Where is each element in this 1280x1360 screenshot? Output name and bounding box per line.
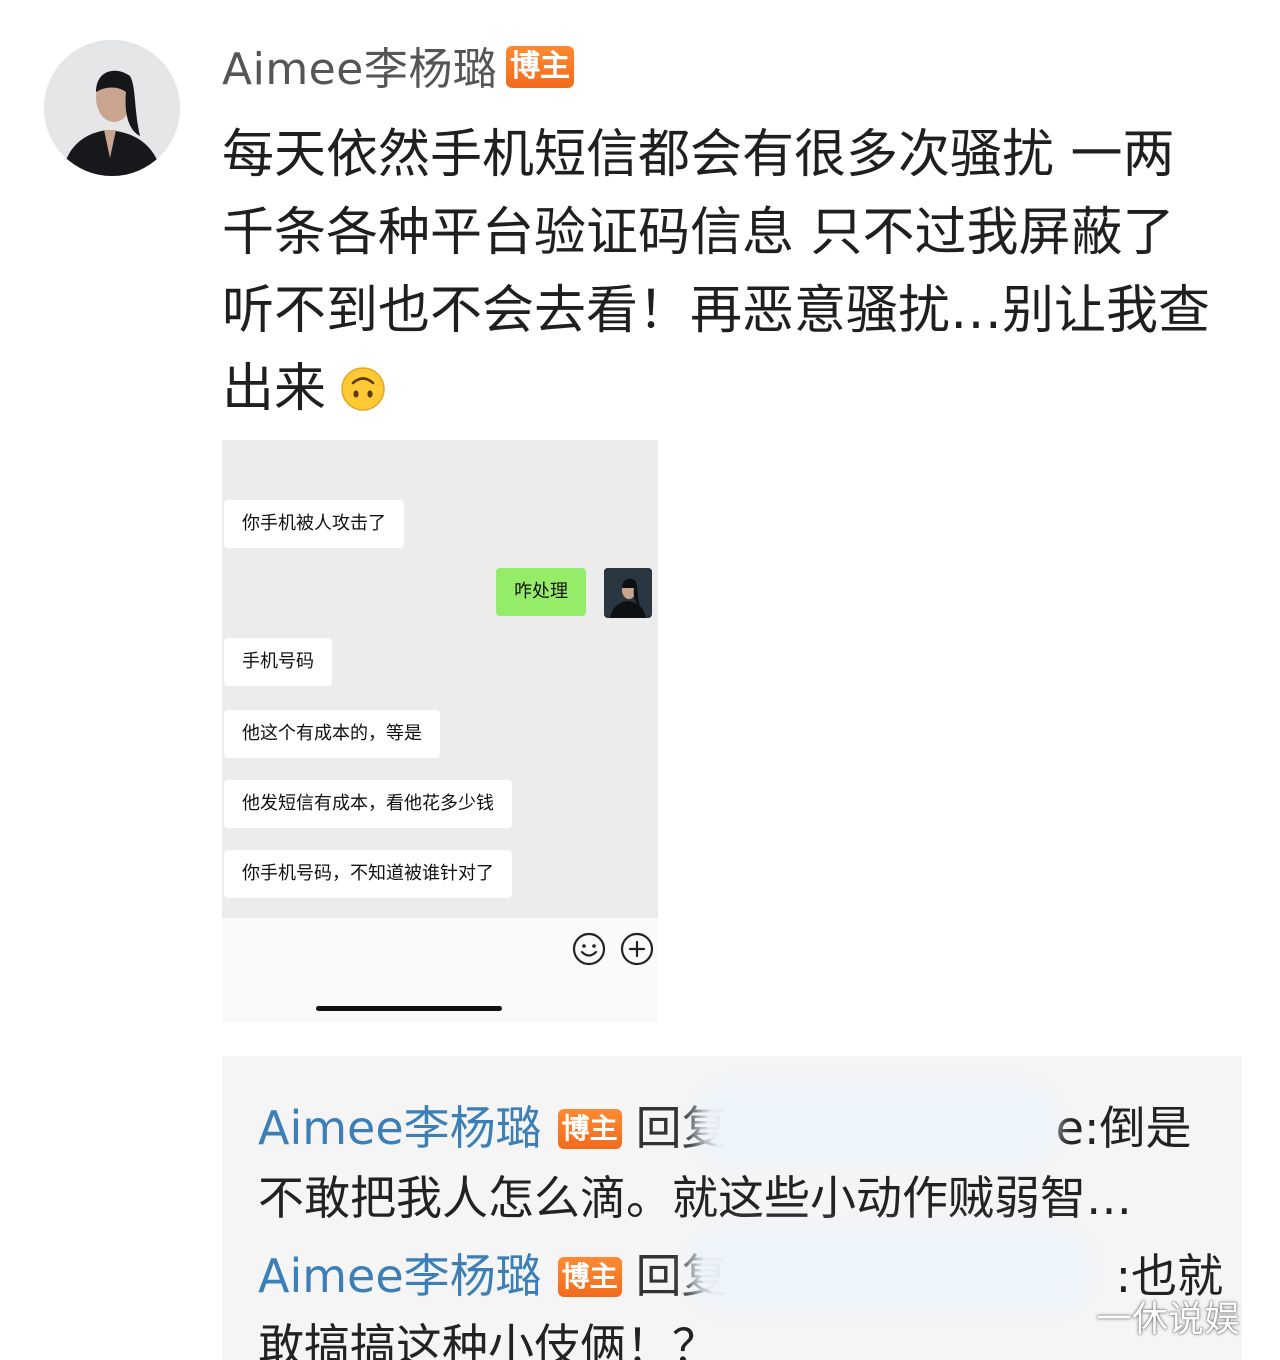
avatar-portrait-image [604, 568, 652, 618]
chat-area: 你手机被人攻击了 咋处理 手机号码 他这个有成本的，等是 他发短信有成本，看他花… [222, 440, 658, 918]
chat-message-right: 咋处理 [496, 568, 586, 616]
weibo-post-page: Aimee李杨璐 博主 每天依然手机短信都会有很多次骚扰 一两 千条各种平台验证… [0, 0, 1280, 1360]
plus-circle-icon[interactable] [620, 932, 654, 966]
post-text-line: 每天依然手机短信都会有很多次骚扰 一两 [222, 125, 1175, 185]
chat-message-left: 他这个有成本的，等是 [224, 710, 440, 758]
post-username[interactable]: Aimee李杨璐 [222, 42, 497, 98]
post-text-line-last: 出来 [222, 350, 1242, 428]
home-indicator-bar [316, 1006, 502, 1011]
blogger-badge: 博主 [557, 1257, 622, 1297]
post-text-line: 出来 [222, 359, 327, 419]
reply-username[interactable]: Aimee李杨璐 [258, 1249, 542, 1303]
reply-text: e:倒是 [1055, 1101, 1192, 1155]
chat-message-left: 他发短信有成本，看他花多少钱 [224, 780, 512, 828]
chat-message-left: 你手机被人攻击了 [224, 500, 404, 548]
blogger-badge: 博主 [557, 1109, 622, 1149]
redacted-username-mask [706, 1094, 1046, 1154]
chat-message-left: 手机号码 [224, 638, 332, 686]
post-text-line: 听不到也不会去看！再恶意骚扰…别让我查 [222, 281, 1211, 341]
attached-chat-screenshot[interactable]: 你手机被人攻击了 咋处理 手机号码 他这个有成本的，等是 他发短信有成本，看他花… [222, 440, 658, 1022]
post-text: 每天依然手机短信都会有很多次骚扰 一两 千条各种平台验证码信息 只不过我屏蔽了 … [222, 116, 1242, 428]
reply-continuation: 不敢把我人怎么滴。就这些小动作贼弱智… [258, 1171, 1132, 1225]
watermark: 一休说娱 [1096, 1299, 1241, 1340]
chat-sender-avatar [604, 568, 652, 618]
reply-continuation: 敢搞搞这种小伎俩！？ [258, 1319, 718, 1360]
chat-message-left: 你手机号码，不知道被谁针对了 [224, 850, 512, 898]
upside-down-face-emoji-icon [341, 367, 385, 411]
redacted-username-mask [700, 1240, 1080, 1300]
avatar-portrait-image [44, 40, 180, 176]
post-avatar[interactable] [44, 40, 180, 176]
post-text-line: 千条各种平台验证码信息 只不过我屏蔽了 [222, 203, 1175, 263]
reply-username[interactable]: Aimee李杨璐 [258, 1101, 542, 1155]
emoji-icon[interactable] [572, 932, 606, 966]
blogger-badge: 博主 [506, 46, 574, 88]
